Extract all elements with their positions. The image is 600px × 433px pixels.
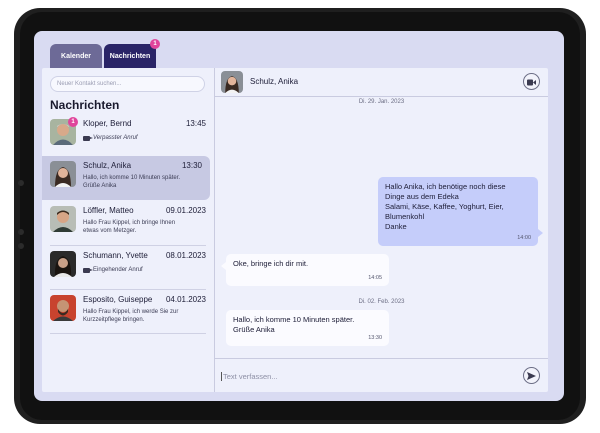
conversation-time: 04.01.2023: [165, 295, 206, 304]
video-camera-icon: [527, 73, 536, 91]
message-line: Hallo Anika, ich benötige noch diese: [385, 182, 506, 191]
conversation-item-loeffler[interactable]: Löffler, Matteo 09.01.2023 Hallo Frau Ki…: [42, 201, 214, 245]
conversation-preview: Eingehender Anruf: [83, 266, 191, 274]
message-bubble-incoming: Hallo, ich komme 10 Minuten später. Grüß…: [226, 310, 389, 346]
conversation-list-title: Nachrichten: [50, 98, 120, 112]
send-button[interactable]: [523, 367, 540, 384]
send-icon: [527, 367, 536, 385]
notification-badge: 1: [150, 39, 160, 49]
message-input[interactable]: Text verfassen...: [221, 368, 501, 384]
message-line: Blumenkohl: [385, 212, 425, 221]
message-line: Dinge aus dem Edeka: [385, 192, 459, 201]
conversation-item-esposito[interactable]: Esposito, Guiseppe 04.01.2023 Hallo Frau…: [42, 290, 214, 334]
contact-name: Kloper, Bernd: [83, 119, 132, 128]
conversation-item-schumann[interactable]: Schumann, Yvette 08.01.2023 Eingehender …: [42, 246, 214, 290]
contact-name: Schulz, Anika: [83, 161, 132, 170]
date-separator: Di. 02. Feb. 2023: [358, 299, 405, 305]
message-composer: Text verfassen...: [215, 358, 548, 393]
tab-kalender[interactable]: Kalender: [50, 44, 102, 68]
conversation-time: 13:45: [185, 119, 206, 128]
conversation-preview: Hallo Frau Kippel, ich bringe Ihnen etwa…: [83, 220, 176, 234]
tab-label: Nachrichten: [109, 52, 151, 60]
video-call-icon: [83, 267, 93, 273]
avatar: [50, 161, 76, 187]
conversation-time: 08.01.2023: [165, 251, 206, 260]
divider: [50, 333, 206, 334]
bubble-tail: [221, 262, 226, 270]
hardware-button: [18, 243, 24, 249]
message-line: Oke, bringe ich dir mit.: [233, 259, 309, 268]
preview-text: Verpasster Anruf: [93, 135, 138, 141]
conversation-item-kloper[interactable]: 1 Kloper, Bernd 13:45 Verpasster Anruf: [42, 114, 214, 158]
conversation-preview: Hallo, ich komme 10 Minuten später. Grüß…: [83, 175, 181, 189]
message-input-placeholder: Text verfassen...: [223, 371, 278, 381]
contact-name: Esposito, Guiseppe: [83, 295, 153, 304]
conversation-sidebar: Neuer Kontakt suchen... Nachrichten 1 Kl…: [42, 68, 215, 392]
contact-name: Löffler, Matteo: [83, 206, 134, 215]
hardware-button: [18, 229, 24, 235]
message-line: Salami, Käse, Kaffee, Yoghurt, Eier,: [385, 202, 504, 211]
conversation-preview: Hallo Frau Kippel, ich werde Sie zur Kur…: [83, 309, 179, 323]
message-time: 14:05: [368, 275, 382, 281]
conversation-time: 13:30: [181, 161, 202, 170]
chat-pane: Schulz, Anika Di. 29. Jan. 2023 Hallo An…: [215, 68, 548, 392]
avatar: [50, 251, 76, 277]
conversation-preview: Verpasster Anruf: [83, 134, 191, 142]
message-bubble-outgoing: Hallo Anika, ich benötige noch diese Din…: [378, 177, 538, 246]
avatar: [50, 206, 76, 232]
message-line: Danke: [385, 222, 407, 231]
message-line: Grüße Anika: [233, 325, 275, 334]
message-time: 14:00: [517, 235, 531, 241]
avatar: [221, 71, 243, 93]
avatar: [50, 295, 76, 321]
preview-text: Eingehender Anruf: [93, 267, 143, 273]
bubble-tail: [538, 229, 543, 237]
app-screen: Kalender Nachrichten 1 Neuer Kontakt suc…: [34, 31, 564, 401]
message-bubble-incoming: Oke, bringe ich dir mit. 14:05: [226, 254, 389, 286]
tab-label: Kalender: [61, 52, 91, 60]
conversation-item-schulz[interactable]: Schulz, Anika 13:30 Hallo, ich komme 10 …: [42, 156, 210, 200]
messages-panel: Neuer Kontakt suchen... Nachrichten 1 Kl…: [42, 68, 548, 392]
video-call-button[interactable]: [523, 73, 540, 90]
hardware-button: [18, 180, 24, 186]
chat-contact-name: Schulz, Anika: [250, 77, 299, 86]
message-line: Hallo, ich komme 10 Minuten später.: [233, 315, 355, 324]
contact-search-input[interactable]: Neuer Kontakt suchen...: [50, 76, 205, 92]
unread-badge: 1: [68, 117, 78, 127]
message-time: 13:30: [368, 335, 382, 341]
video-call-icon: [83, 135, 93, 141]
contact-name: Schumann, Yvette: [83, 251, 148, 260]
tab-nachrichten[interactable]: Nachrichten 1: [104, 39, 160, 68]
chat-header: Schulz, Anika: [215, 68, 548, 97]
tab-bar: Kalender Nachrichten 1: [50, 39, 160, 68]
conversation-time: 09.01.2023: [165, 206, 206, 215]
date-separator: Di. 29. Jan. 2023: [358, 99, 405, 105]
text-caret: [221, 371, 222, 381]
